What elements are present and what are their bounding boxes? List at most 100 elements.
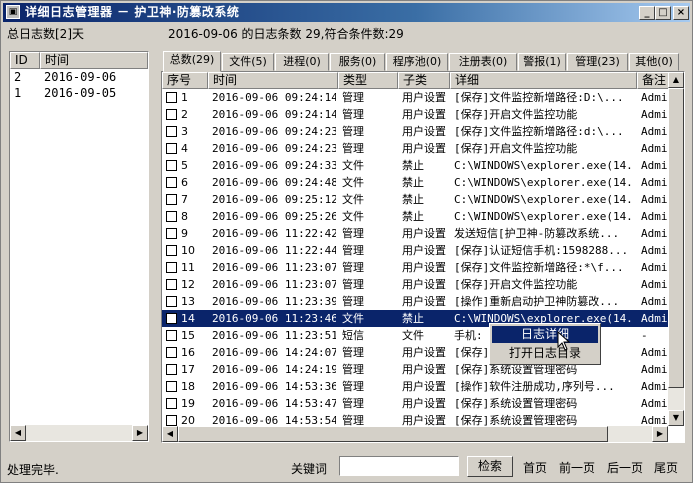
row-checkbox[interactable] <box>166 160 177 171</box>
tab-6[interactable]: 警报(1) <box>518 53 566 71</box>
minimize-icon[interactable]: _ <box>639 6 655 20</box>
row-checkbox[interactable] <box>166 381 177 392</box>
tab-7[interactable]: 管理(23) <box>567 53 628 71</box>
log-row[interactable]: 5 2016-09-06 09:24:33 文件 禁止 C:\WINDOWS\explo… <box>162 157 668 174</box>
row-checkbox[interactable] <box>166 92 177 103</box>
row-checkbox[interactable] <box>166 211 177 222</box>
scroll-left-icon[interactable]: ◀ <box>162 426 178 442</box>
last-page-link[interactable]: 尾页 <box>654 459 678 476</box>
log-row[interactable]: 8 2016-09-06 09:25:26 文件 禁止 C:\WINDOWS\explo… <box>162 208 668 225</box>
log-row[interactable]: 20 2016-09-06 14:53:54 管理 用户设置 [保存]系统设置管理密码 A… <box>162 412 668 427</box>
menu-item-log-detail[interactable]: 日志详细 <box>492 326 598 343</box>
log-cell-detail: [保存]文件监控新增路径:D:\... <box>454 91 624 104</box>
app-icon: ▣ <box>6 5 20 19</box>
log-cell-sub: 用户设置 <box>402 278 446 291</box>
log-cell-note: Admi <box>641 380 668 393</box>
row-checkbox[interactable] <box>166 330 177 341</box>
scroll-right-icon[interactable]: ▶ <box>652 426 668 442</box>
day-id: 1 <box>14 86 22 100</box>
log-row[interactable]: 19 2016-09-06 14:53:47 管理 用户设置 [保存]系统设置管理密码 A… <box>162 395 668 412</box>
log-row[interactable]: 3 2016-09-06 09:24:23 管理 用户设置 [保存]文件监控新增路径:d… <box>162 123 668 140</box>
log-cell-time: 2016-09-06 14:24:07 <box>212 346 336 359</box>
row-checkbox[interactable] <box>166 177 177 188</box>
log-cell-sub: 禁止 <box>402 159 424 172</box>
close-icon[interactable]: × <box>673 6 689 20</box>
log-cell-sub: 用户设置 <box>402 414 446 427</box>
row-checkbox[interactable] <box>166 245 177 256</box>
tab-0[interactable]: 总数(29) <box>163 51 221 72</box>
log-cell-note: Admi <box>641 91 668 104</box>
day-col-id[interactable]: ID <box>10 52 40 69</box>
log-row[interactable]: 11 2016-09-06 11:23:07 管理 用户设置 [保存]文件监控新增路径:… <box>162 259 668 276</box>
row-checkbox[interactable] <box>166 279 177 290</box>
title-bar[interactable]: ▣ 详细日志管理器 － 护卫神·防篡改系统 _ □ × <box>3 3 690 22</box>
row-checkbox[interactable] <box>166 398 177 409</box>
log-cell-type: 管理 <box>342 363 364 376</box>
tab-3[interactable]: 服务(0) <box>330 53 385 71</box>
day-col-date[interactable]: 时间 <box>40 52 148 69</box>
log-cell-type: 管理 <box>342 261 364 274</box>
log-col-header[interactable]: 子类 <box>398 72 450 89</box>
scroll-right-icon[interactable]: ▶ <box>132 425 148 441</box>
log-cell-type: 管理 <box>342 91 364 104</box>
first-page-link[interactable]: 首页 <box>523 459 547 476</box>
search-button[interactable]: 检索 <box>467 456 513 477</box>
log-col-header[interactable]: 详细 <box>450 72 637 89</box>
row-checkbox[interactable] <box>166 109 177 120</box>
log-row[interactable]: 18 2016-09-06 14:53:36 管理 用户设置 [操作]软件注册成功,序列… <box>162 378 668 395</box>
tab-5[interactable]: 注册表(0) <box>449 53 517 71</box>
row-checkbox[interactable] <box>166 126 177 137</box>
next-page-link[interactable]: 后一页 <box>607 459 643 476</box>
tab-1[interactable]: 文件(5) <box>222 53 274 71</box>
scroll-down-icon[interactable]: ▼ <box>668 410 684 426</box>
maximize-icon[interactable]: □ <box>655 6 671 20</box>
keyword-input[interactable] <box>339 456 459 476</box>
log-row[interactable]: 4 2016-09-06 09:24:23 管理 用户设置 [保存]开启文件监控功能 Ad… <box>162 140 668 157</box>
log-row[interactable]: 9 2016-09-06 11:22:42 管理 用户设置 发送短信[护卫神-防篡改系统… <box>162 225 668 242</box>
log-row[interactable]: 2 2016-09-06 09:24:14 管理 用户设置 [保存]开启文件监控功能 Ad… <box>162 106 668 123</box>
scroll-thumb[interactable] <box>668 88 684 388</box>
log-cell-no: 17 <box>181 363 195 376</box>
log-cell-no: 8 <box>181 210 188 223</box>
row-checkbox[interactable] <box>166 347 177 358</box>
log-row[interactable]: 6 2016-09-06 09:24:48 文件 禁止 C:\WINDOWS\explo… <box>162 174 668 191</box>
day-list-hscrollbar[interactable]: ◀ ▶ <box>10 425 148 441</box>
log-cell-sub: 用户设置 <box>402 227 446 240</box>
scroll-up-icon[interactable]: ▲ <box>668 72 684 88</box>
row-checkbox[interactable] <box>166 143 177 154</box>
log-cell-detail: C:\WINDOWS\explorer.exe(14... <box>454 176 635 189</box>
row-checkbox[interactable] <box>166 364 177 375</box>
day-date: 2016-09-06 <box>44 70 117 84</box>
log-col-header[interactable]: 类型 <box>338 72 398 89</box>
row-checkbox[interactable] <box>166 194 177 205</box>
log-row[interactable]: 12 2016-09-06 11:23:07 管理 用户设置 [保存]开启文件监控功能 A… <box>162 276 668 293</box>
scroll-left-icon[interactable]: ◀ <box>10 425 26 441</box>
prev-page-link[interactable]: 前一页 <box>559 459 595 476</box>
log-vscrollbar[interactable]: ▲ ▼ <box>668 72 684 426</box>
log-col-header[interactable]: 序号 <box>162 72 208 89</box>
total-days-label: 总日志数[2]天 <box>7 27 84 41</box>
log-cell-type: 文件 <box>342 176 364 189</box>
tab-4[interactable]: 程序池(0) <box>386 53 448 71</box>
menu-item-open-log-folder[interactable]: 打开日志目录 <box>492 345 598 362</box>
tab-8[interactable]: 其他(0) <box>629 53 679 71</box>
log-hscrollbar[interactable]: ◀ ▶ <box>162 426 668 442</box>
log-row[interactable]: 10 2016-09-06 11:22:44 管理 用户设置 [保存]认证短信手机:15… <box>162 242 668 259</box>
log-cell-detail: 发送短信[护卫神-防篡改系统... <box>454 227 620 240</box>
log-row[interactable]: 7 2016-09-06 09:25:12 文件 禁止 C:\WINDOWS\explo… <box>162 191 668 208</box>
tab-2[interactable]: 进程(0) <box>275 53 329 71</box>
day-list-row[interactable]: 1 2016-09-05 <box>10 86 148 102</box>
row-checkbox[interactable] <box>166 228 177 239</box>
row-checkbox[interactable] <box>166 415 177 426</box>
log-col-header[interactable]: 时间 <box>208 72 338 89</box>
log-row[interactable]: 1 2016-09-06 09:24:14 管理 用户设置 [保存]文件监控新增路径:D… <box>162 89 668 106</box>
scroll-thumb[interactable] <box>178 426 608 442</box>
log-cell-sub: 用户设置 <box>402 108 446 121</box>
log-cell-time: 2016-09-06 09:24:23 <box>212 142 336 155</box>
row-checkbox[interactable] <box>166 313 177 324</box>
row-checkbox[interactable] <box>166 296 177 307</box>
day-list-row[interactable]: 2 2016-09-06 <box>10 70 148 86</box>
row-checkbox[interactable] <box>166 262 177 273</box>
log-cell-type: 管理 <box>342 142 364 155</box>
log-row[interactable]: 13 2016-09-06 11:23:39 管理 用户设置 [操作]重新启动护卫神防篡… <box>162 293 668 310</box>
